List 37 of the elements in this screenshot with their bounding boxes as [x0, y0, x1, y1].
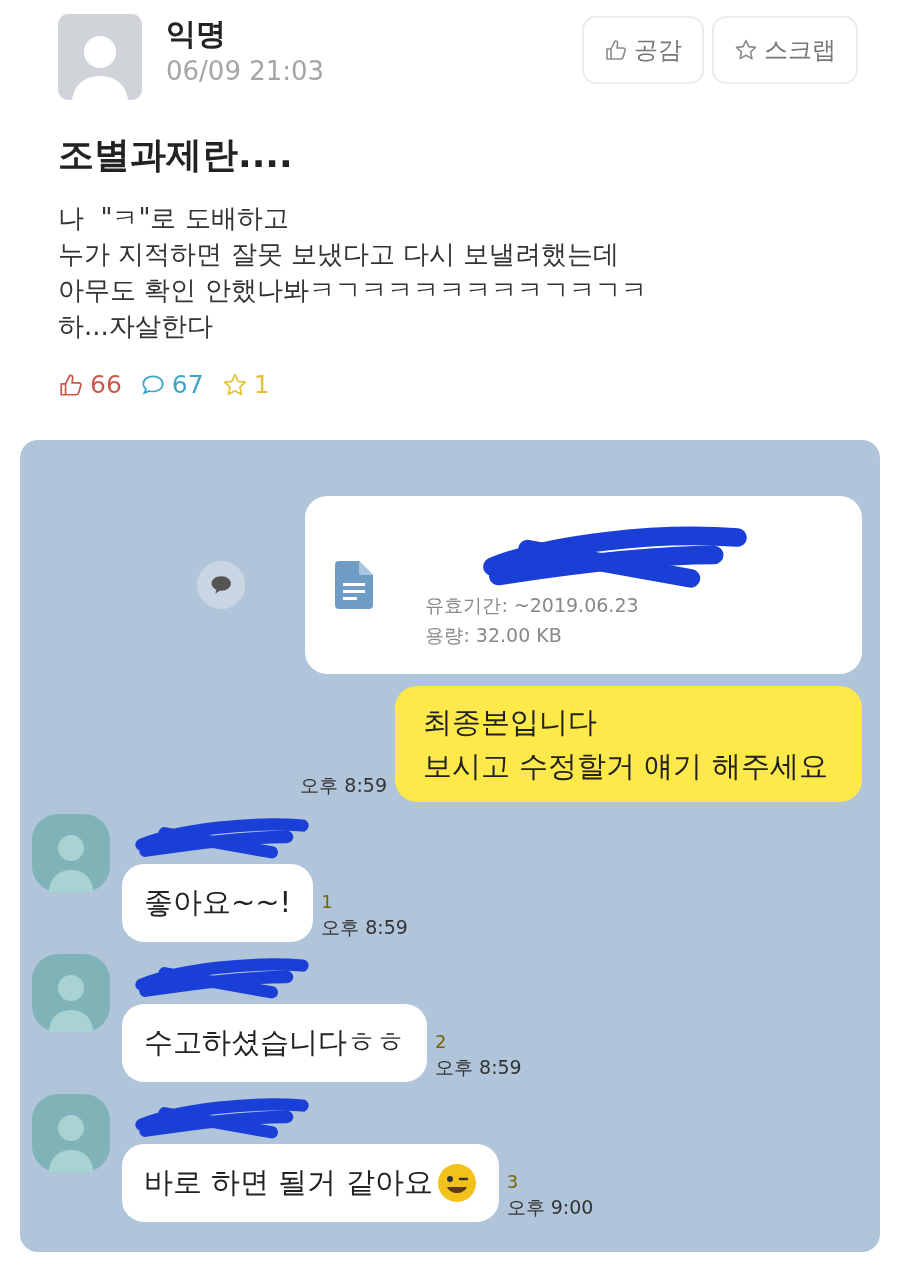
document-icon — [335, 560, 374, 609]
thumbs-up-icon — [604, 38, 628, 62]
post-body-line: 아무도 확인 안했나봐ㅋㄱㅋㅋㅋㅋㅋㅋㅋㄱㅋㄱㅋ — [58, 274, 648, 307]
message-text: 좋아요~~! — [144, 883, 292, 921]
share-icon — [197, 559, 246, 610]
avatar-icon — [58, 14, 142, 100]
sent-message-bubble: 최종본입니다 보시고 수정할거 얘기 해주세요 — [395, 685, 862, 802]
message-time: 오후 8:59 — [321, 915, 408, 940]
file-expiry: 유효기간: ~2019.06.23 — [425, 592, 640, 618]
message-time: 오후 9:00 — [506, 1195, 594, 1220]
message-time: 오후 8:59 — [435, 1055, 522, 1080]
avatar-icon — [32, 953, 110, 1032]
stat-count: 1 — [253, 369, 270, 401]
post-body-line: 누가 지적하면 잘못 보냈다고 다시 보낼려했는데 — [58, 238, 621, 271]
post-datetime: 06/09 21:03 — [166, 55, 325, 88]
message-text: 바로 하면 될거 같아요 — [144, 1163, 433, 1201]
unread-count: 1 — [321, 891, 334, 913]
avatar-icon — [32, 813, 110, 892]
post-title: 조별과제란.... — [58, 133, 294, 177]
file-card[interactable]: 유효기간: ~2019.06.23 용량: 32.00 KB — [305, 495, 862, 674]
author-name: 익명 — [166, 15, 227, 53]
winking-face-icon — [436, 1162, 477, 1203]
star-icon — [221, 371, 248, 398]
post-body-line: 나 "ㅋ"로 도배하고 — [58, 202, 290, 235]
unread-count: 3 — [506, 1171, 520, 1193]
stat-count: 66 — [90, 369, 122, 401]
unread-count: 2 — [435, 1031, 448, 1053]
action-button[interactable]: 공감 — [582, 16, 704, 84]
file-size: 용량: 32.00 KB — [425, 622, 563, 648]
thumbs-up-icon — [58, 371, 84, 398]
message-time: 오후 8:59 — [300, 773, 387, 798]
stat-count: 67 — [171, 369, 204, 401]
avatar-icon — [32, 1093, 110, 1172]
star-icon — [734, 38, 758, 62]
post-body-line: 하...자살한다 — [58, 310, 214, 343]
action-button[interactable]: 스크랩 — [712, 16, 858, 84]
message-text: 수고하셨습니다ㅎㅎ — [144, 1023, 405, 1061]
